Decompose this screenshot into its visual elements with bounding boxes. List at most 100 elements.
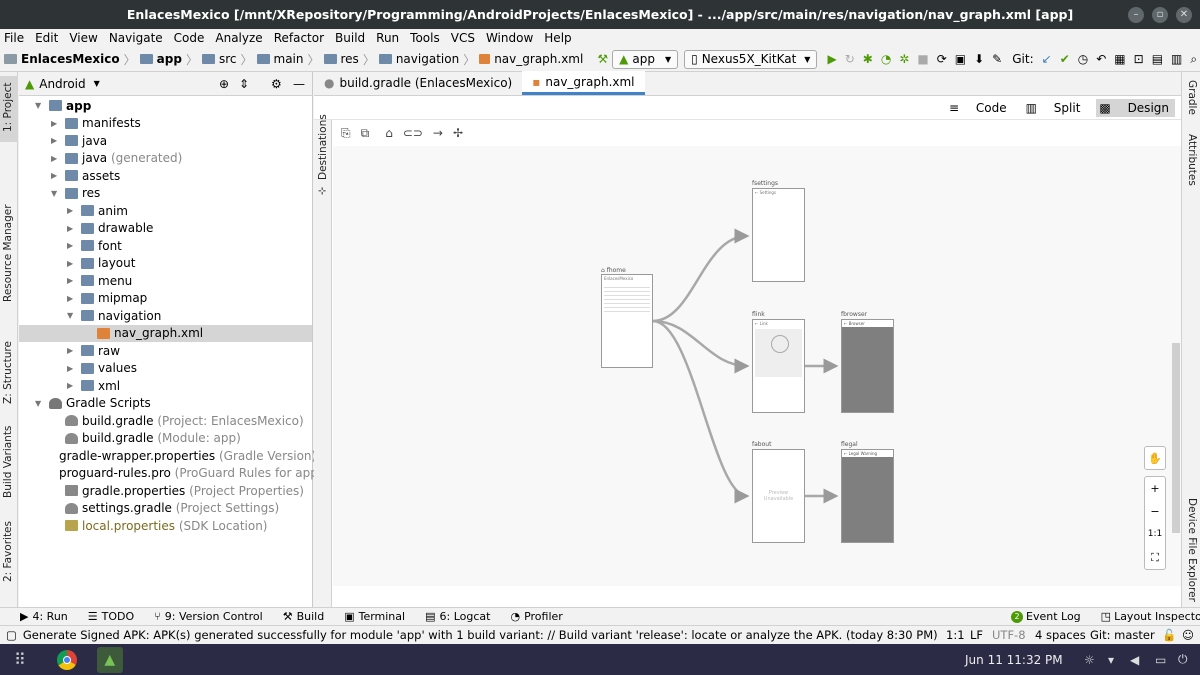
tree-item[interactable]: ▶ values [19, 360, 312, 378]
tree-item[interactable]: ▶ drawable [19, 220, 312, 238]
mode-split-button[interactable]: ▥ Split [1023, 99, 1087, 117]
caret-position[interactable]: 1:1 [946, 628, 965, 642]
sdk-manager-icon[interactable]: ⬇ [974, 51, 984, 67]
destination-browser[interactable]: ← Browser [841, 319, 894, 413]
avd-manager-icon[interactable]: ▣ [955, 51, 966, 67]
menu-tools[interactable]: Tools [410, 31, 440, 45]
menu-view[interactable]: View [69, 31, 97, 45]
breadcrumb-item[interactable]: res 〉 [323, 51, 375, 68]
editor-tab[interactable]: ● build.gradle (EnlacesMexico) [314, 71, 522, 95]
new-destination-icon[interactable]: ⎘ [341, 126, 351, 141]
fit-screen-icon[interactable]: ⛶ [1151, 546, 1159, 569]
mode-code-button[interactable]: ≡ Code [946, 99, 1013, 117]
nav-graph-canvas[interactable]: ⌂ fhome EnlacesMexico fsettings ← Settin… [333, 146, 1181, 659]
tree-item[interactable]: ▶ java [19, 132, 312, 150]
layout-inspector-button[interactable]: Layout Inspector [1114, 610, 1200, 623]
bottom-tool-todo[interactable]: ☰ TODO [88, 610, 134, 623]
chevron-down-icon[interactable]: ▼ [35, 399, 45, 408]
destinations-tab[interactable]: Destinations [317, 114, 329, 180]
tool-attributes[interactable]: Attributes [1186, 134, 1198, 186]
git-rollback-icon[interactable]: ↶ [1096, 51, 1106, 67]
tree-item[interactable]: build.gradle (Project: EnlacesMexico) [19, 412, 312, 430]
tree-item[interactable]: ▼ Gradle Scripts [19, 395, 312, 413]
tree-item[interactable]: ▶ anim [19, 202, 312, 220]
close-icon[interactable]: ✕ [1176, 7, 1192, 23]
tool-project[interactable]: 1: Project [2, 83, 14, 132]
chevron-right-icon[interactable]: ▶ [67, 381, 77, 390]
chevron-down-icon[interactable]: ▼ [67, 311, 77, 320]
tree-item[interactable]: ▶ xml [19, 377, 312, 395]
git-update-icon[interactable]: ↙ [1042, 51, 1052, 67]
menu-edit[interactable]: Edit [35, 31, 58, 45]
chevron-right-icon[interactable]: ▶ [51, 171, 61, 180]
chevron-right-icon[interactable]: ▶ [51, 136, 61, 145]
chevron-right-icon[interactable]: ▶ [51, 154, 61, 163]
tree-item[interactable]: build.gradle (Module: app) [19, 430, 312, 448]
minimize-icon[interactable]: – [1128, 7, 1144, 23]
device-manager-icon[interactable]: ✎ [992, 51, 1002, 67]
menu-vcs[interactable]: VCS [451, 31, 475, 45]
tree-item[interactable]: ▼ navigation [19, 307, 312, 325]
breadcrumb-item[interactable]: EnlacesMexico 〉 [4, 51, 136, 68]
bottom-tool-build[interactable]: ⚒ Build [283, 610, 325, 623]
menu-file[interactable]: File [4, 31, 24, 45]
chevron-right-icon[interactable]: ▶ [67, 224, 77, 233]
locate-icon[interactable]: ⊕ [219, 77, 229, 91]
clock[interactable]: Jun 11 11:32 PM [965, 653, 1063, 667]
sync-icon[interactable]: ⟳ [937, 51, 947, 67]
maximize-icon[interactable]: ▫ [1152, 7, 1168, 23]
hand-icon[interactable]: ✋ [1148, 447, 1162, 470]
nested-graph-icon[interactable]: ⧉ [361, 126, 370, 141]
bottom-tool-run[interactable]: ▶ 4: Run [20, 610, 68, 623]
volume-icon[interactable]: ◀ [1130, 653, 1139, 667]
chevron-right-icon[interactable]: ▶ [67, 241, 77, 250]
chevron-right-icon[interactable]: ▶ [67, 206, 77, 215]
tree-item[interactable]: local.properties (SDK Location) [19, 517, 312, 535]
breadcrumb-item[interactable]: navigation 〉 [378, 51, 475, 68]
destination-settings[interactable]: ← Settings [752, 188, 805, 282]
tree-item[interactable]: gradle-wrapper.properties (Gradle Versio… [19, 447, 316, 465]
file-encoding[interactable]: UTF-8 [992, 628, 1026, 642]
tree-item[interactable]: ▼ res [19, 185, 312, 203]
tree-item[interactable]: ▶ layout [19, 255, 312, 273]
destination-home[interactable]: EnlacesMexico [601, 274, 653, 368]
destination-about[interactable]: Preview Unavailable [752, 449, 805, 543]
app-grid-icon[interactable]: ⠿ [14, 650, 26, 669]
mode-design-button[interactable]: ▩ Design [1096, 98, 1175, 117]
breadcrumb-item[interactable]: src 〉 [201, 51, 253, 68]
tool-resource-manager[interactable]: Resource Manager [2, 204, 14, 302]
chevron-right-icon[interactable]: ▶ [67, 364, 77, 373]
gear-icon[interactable]: ⚙ [271, 77, 282, 91]
attach-debugger-icon[interactable]: ✲ [899, 51, 909, 67]
tree-item[interactable]: proguard-rules.pro (ProGuard Rules for a… [19, 465, 323, 483]
indent-setting[interactable]: 4 spaces [1035, 628, 1086, 642]
line-separator[interactable]: LF [970, 628, 983, 642]
apply-changes-icon[interactable]: ↻ [845, 51, 855, 67]
terminal-icon[interactable]: ⊡ [1134, 51, 1144, 67]
git-commit-icon[interactable]: ✔ [1060, 51, 1070, 67]
tree-item[interactable]: settings.gradle (Project Settings) [19, 500, 312, 518]
tree-item[interactable]: ▶ manifests [19, 115, 312, 133]
status-message[interactable]: Generate Signed APK: APK(s) generated su… [23, 628, 938, 642]
tree-item[interactable]: ▶ mipmap [19, 290, 312, 308]
destination-link[interactable]: ← Link [752, 319, 805, 413]
brightness-icon[interactable]: ☼ [1084, 653, 1095, 667]
chevron-right-icon[interactable]: ▶ [51, 119, 61, 128]
event-log-button[interactable]: Event Log [1026, 610, 1081, 623]
auto-arrange-icon[interactable]: ✢ [453, 126, 463, 140]
bottom-tool-profiler[interactable]: ◔ Profiler [510, 610, 562, 623]
menu-navigate[interactable]: Navigate [109, 31, 163, 45]
search-icon[interactable]: ⌕ [1190, 51, 1197, 67]
zoom-out-icon[interactable]: − [1150, 500, 1159, 523]
menu-build[interactable]: Build [335, 31, 365, 45]
menu-window[interactable]: Window [486, 31, 533, 45]
stop-icon[interactable]: ■ [917, 51, 928, 67]
zoom-fit-button[interactable]: 1:1 [1148, 523, 1162, 546]
bottom-tool-logcat[interactable]: ▤ 6: Logcat [425, 610, 490, 623]
tree-item[interactable]: nav_graph.xml [19, 324, 312, 342]
device-file-icon[interactable]: ▥ [1171, 51, 1182, 67]
deeplink-icon[interactable]: ⊂⊃ [403, 126, 423, 140]
run-icon[interactable]: ▶ [827, 51, 836, 67]
tree-item[interactable]: ▼ app [19, 97, 312, 115]
hammer-icon[interactable]: ⚒ [597, 51, 608, 67]
